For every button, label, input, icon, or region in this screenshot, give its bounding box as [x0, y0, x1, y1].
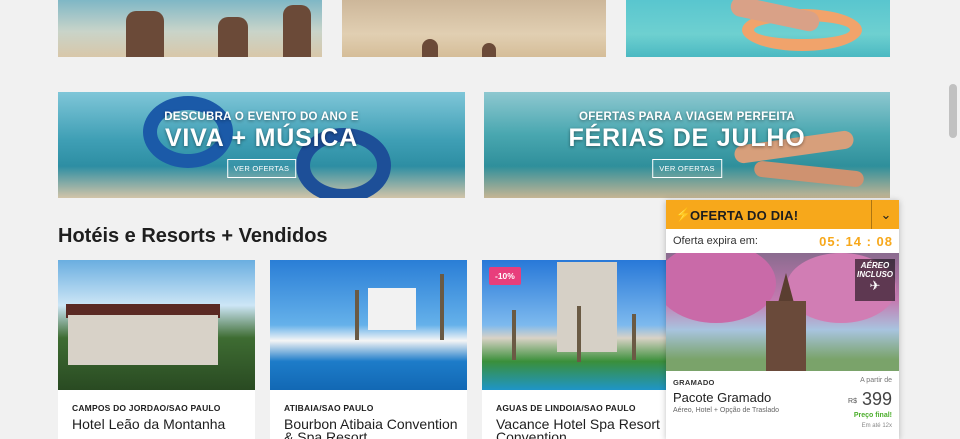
hotel-card[interactable]: CAMPOS DO JORDAO/SAO PAULO Hotel Leão da… — [58, 260, 255, 439]
beach-photo-1[interactable] — [58, 0, 322, 57]
offer-city: GRAMADO — [673, 378, 715, 387]
offer-header[interactable]: ⚡ OFERTA DO DIA! ⌄ — [666, 200, 899, 229]
offer-price: 399 — [861, 389, 892, 409]
price-from-label: A partir de — [860, 377, 892, 384]
offer-of-the-day-widget[interactable]: ⚡ OFERTA DO DIA! ⌄ Oferta expira em: 05:… — [666, 200, 899, 439]
discount-badge: -10% — [489, 267, 521, 285]
offer-package-name[interactable]: Pacote Gramado — [673, 390, 771, 405]
hotel-location: CAMPOS DO JORDAO/SAO PAULO — [72, 403, 221, 413]
banner-title: FÉRIAS DE JULHO — [568, 124, 806, 152]
hotel-name[interactable]: Hotel Leão da Montanha — [72, 417, 247, 431]
chevron-down-icon[interactable]: ⌄ — [873, 200, 899, 229]
banner-viva-musica[interactable]: DESCUBRA O EVENTO DO ANO E VIVA + MÚSICA… — [58, 92, 465, 198]
section-title: Hotéis e Resorts + Vendidos — [58, 225, 328, 247]
page-scrollbar[interactable] — [946, 0, 960, 439]
hotel-name[interactable]: Bourbon Atibaia Convention & Spa Resort — [284, 417, 459, 439]
banner-subtitle: DESCUBRA O EVENTO DO ANO E — [164, 111, 359, 123]
hotel-image[interactable] — [270, 260, 467, 390]
banner-subtitle: OFERTAS PARA A VIAGEM PERFEITA — [578, 111, 795, 123]
aereo-incluso-badge: AÉREO INCLUSO ✈ — [855, 259, 895, 301]
countdown-timer: 05: 14 : 08 — [819, 234, 893, 249]
hotel-card[interactable]: -10% AGUAS DE LINDOIA/SAO PAULO Vacance … — [482, 260, 679, 439]
hotel-location: AGUAS DE LINDOIA/SAO PAULO — [496, 403, 636, 413]
ver-ofertas-button[interactable]: VER OFERTAS — [652, 159, 722, 178]
offer-title: OFERTA DO DIA! — [690, 208, 799, 223]
beach-photo-3[interactable] — [626, 0, 890, 57]
banner-title: VIVA + MÚSICA — [164, 124, 359, 152]
price-currency: R$ — [848, 398, 857, 405]
installments-label: Em até 12x — [861, 423, 892, 429]
hotel-name[interactable]: Vacance Hotel Spa Resort Convention — [496, 417, 671, 439]
scrollbar-thumb[interactable] — [949, 84, 957, 138]
beach-photo-2[interactable] — [342, 0, 606, 57]
hotel-card[interactable]: ATIBAIA/SAO PAULO Bourbon Atibaia Conven… — [270, 260, 467, 439]
ver-ofertas-button[interactable]: VER OFERTAS — [226, 159, 297, 178]
hotel-image[interactable] — [58, 260, 255, 390]
airplane-icon: ✈ — [869, 278, 881, 293]
offer-description: Aéreo, Hotel + Opção de Traslado — [673, 407, 780, 414]
banner-ferias-julho[interactable]: OFERTAS PARA A VIAGEM PERFEITA FÉRIAS DE… — [484, 92, 890, 198]
lightning-icon: ⚡ — [675, 207, 692, 222]
final-price-label: Preço final! — [853, 412, 892, 419]
offer-image[interactable]: AÉREO INCLUSO ✈ — [666, 253, 899, 371]
expire-label: Oferta expira em: — [673, 235, 758, 247]
hotel-location: ATIBAIA/SAO PAULO — [284, 403, 374, 413]
